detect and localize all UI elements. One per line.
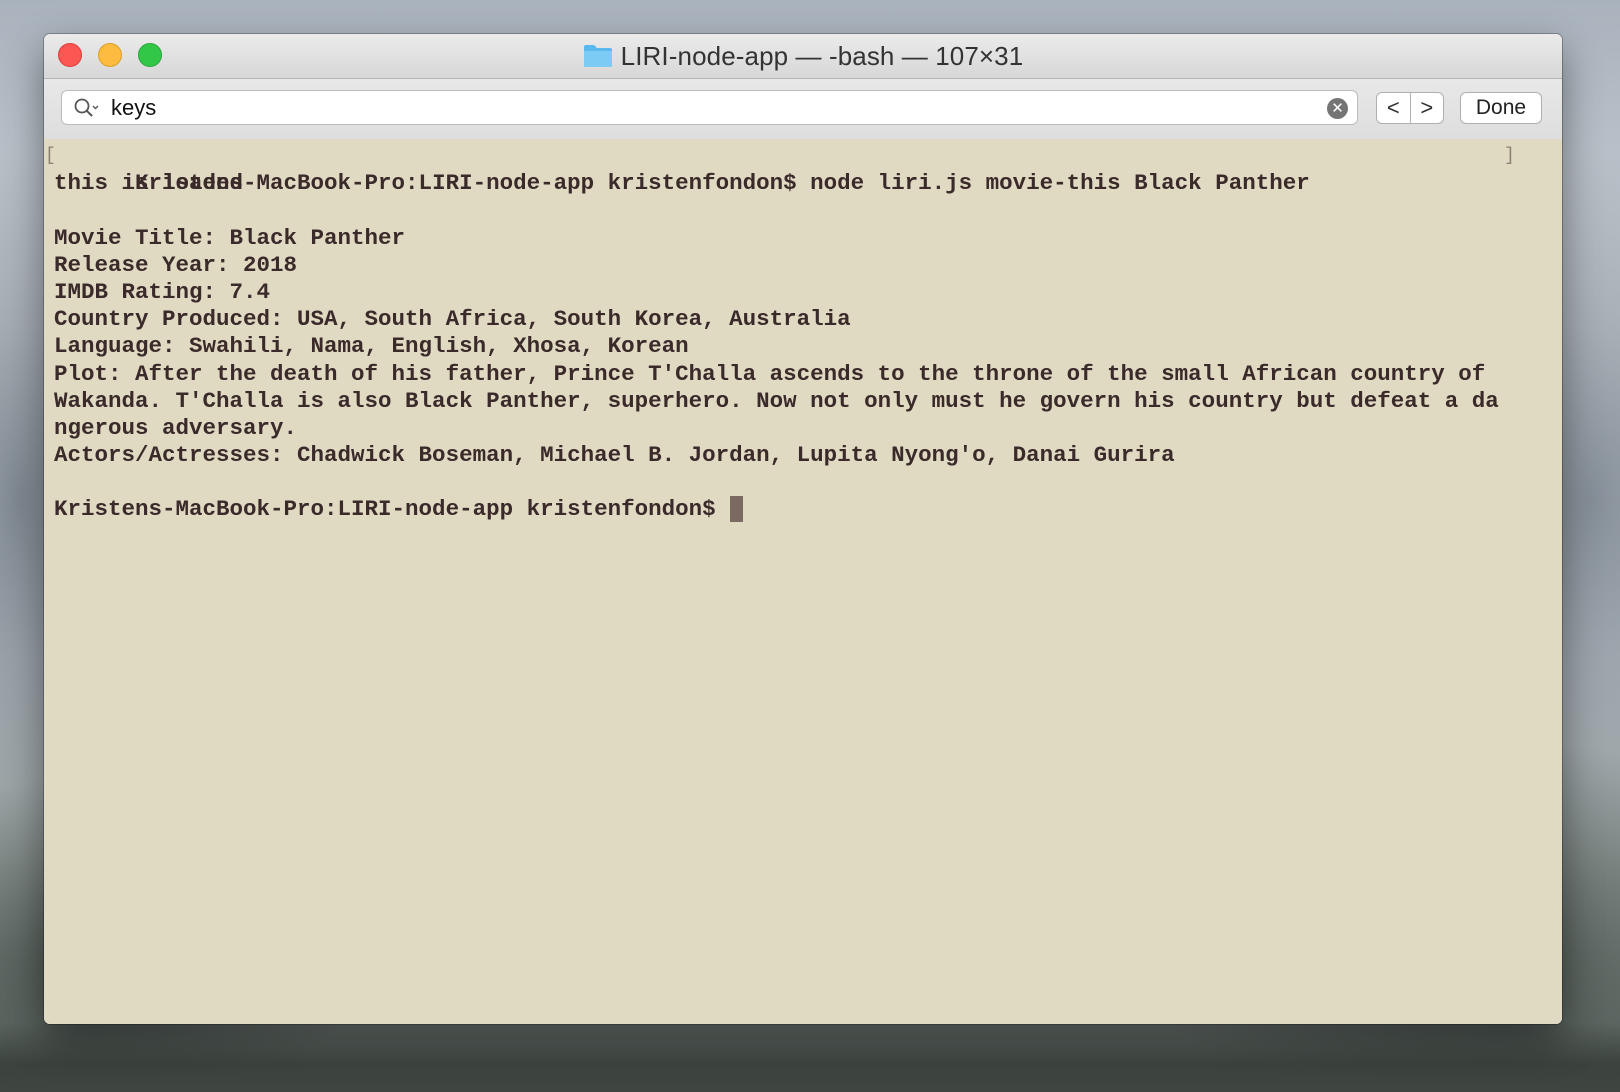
folder-icon bbox=[583, 44, 613, 68]
terminal-line: ngerous adversary. bbox=[54, 415, 1552, 442]
clear-icon[interactable]: ✕ bbox=[1327, 98, 1348, 119]
terminal-line: Wakanda. T'Challa is also Black Panther,… bbox=[54, 388, 1552, 415]
find-next-button[interactable]: > bbox=[1411, 93, 1444, 123]
terminal-prompt: Kristens-MacBook-Pro:LIRI-node-app krist… bbox=[54, 496, 716, 523]
terminal-line: Country Produced: USA, South Africa, Sou… bbox=[54, 306, 1552, 333]
terminal-line: this is loaded bbox=[54, 170, 1552, 197]
terminal-line: IMDB Rating: 7.4 bbox=[54, 279, 1552, 306]
terminal-line-text: Country Produced: USA, South Africa, Sou… bbox=[54, 306, 851, 333]
text-cursor bbox=[729, 496, 743, 523]
terminal-line: Language: Swahili, Nama, English, Xhosa,… bbox=[54, 333, 1552, 360]
search-input[interactable] bbox=[111, 92, 1291, 123]
search-icon[interactable] bbox=[73, 97, 101, 119]
terminal-line-text: ngerous adversary. bbox=[54, 414, 298, 441]
terminal-line-text: Movie Title: Black Panther bbox=[54, 224, 406, 251]
terminal-line-text: Plot: After the death of his father, Pri… bbox=[54, 360, 1486, 387]
find-bar: ✕ < > Done bbox=[44, 79, 1562, 140]
search-field[interactable]: ✕ bbox=[61, 90, 1358, 125]
window-title: LIRI-node-app — -bash — 107×31 bbox=[620, 40, 1024, 71]
terminal-line-text: IMDB Rating: 7.4 bbox=[54, 278, 271, 305]
mark-bracket-icon: [ bbox=[45, 146, 56, 166]
terminal-line: Actors/Actresses: Chadwick Boseman, Mich… bbox=[54, 442, 1552, 469]
find-previous-button[interactable]: < bbox=[1377, 93, 1411, 123]
terminal-line-text: Actors/Actresses: Chadwick Boseman, Mich… bbox=[54, 442, 1175, 469]
terminal-window: LIRI-node-app — -bash — 107×31 ✕ < > Don… bbox=[44, 34, 1562, 1024]
title-bar[interactable]: LIRI-node-app — -bash — 107×31 bbox=[44, 34, 1562, 79]
window-title-area: LIRI-node-app — -bash — 107×31 bbox=[44, 34, 1562, 78]
terminal-line: [Kristens-MacBook-Pro:LIRI-node-app kris… bbox=[45, 143, 1552, 196]
desktop-background bbox=[0, 1022, 1620, 1092]
find-navigation: < > bbox=[1376, 92, 1444, 124]
terminal-line-text: Wakanda. T'Challa is also Black Panther,… bbox=[54, 387, 1499, 414]
terminal-line: Movie Title: Black Panther bbox=[54, 225, 1552, 252]
terminal-line: Plot: After the death of his father, Pri… bbox=[54, 361, 1552, 388]
terminal-line-text: Release Year: 2018 bbox=[54, 251, 298, 278]
terminal-line-text: this is loaded bbox=[54, 170, 244, 197]
terminal-prompt-line: Kristens-MacBook-Pro:LIRI-node-app krist… bbox=[54, 496, 1552, 523]
terminal-output[interactable]: [ Kristens-MacBook-Pro:LIRI-node-app kris… bbox=[44, 139, 1562, 1024]
mark-bracket-icon: ] bbox=[1504, 146, 1515, 166]
terminal-line: Release Year: 2018 bbox=[54, 252, 1552, 279]
terminal-line-text: Language: Swahili, Nama, English, Xhosa,… bbox=[54, 333, 689, 360]
done-button[interactable]: Done bbox=[1460, 92, 1542, 124]
